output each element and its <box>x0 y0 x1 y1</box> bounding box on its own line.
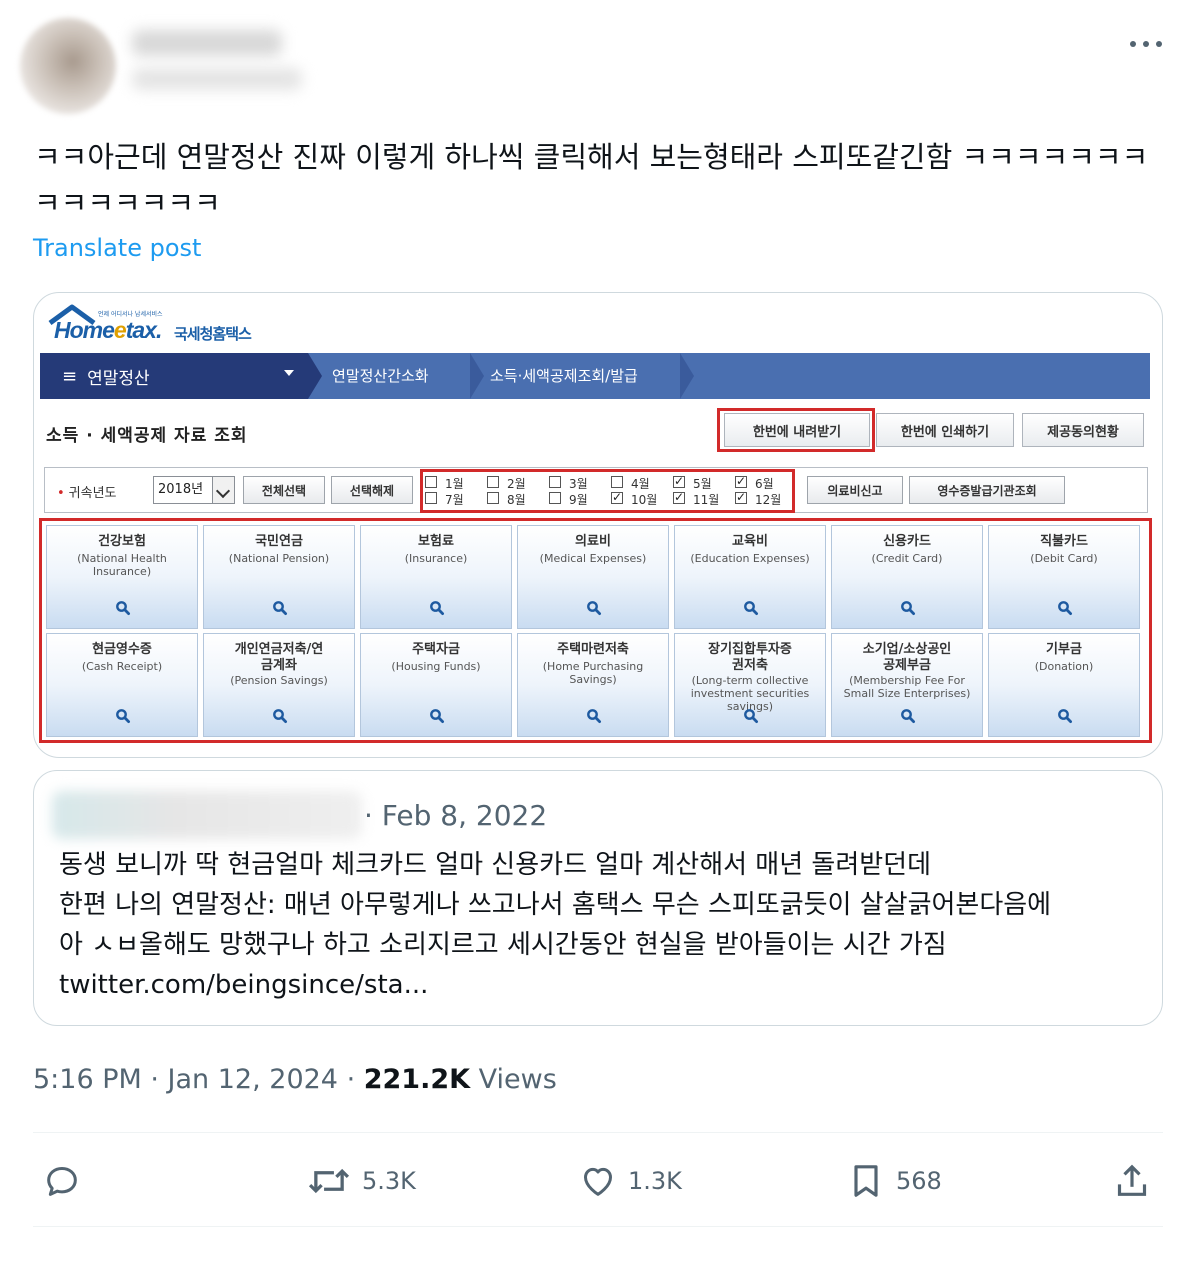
quoted-line: 동생 보니까 딱 현금얼마 체크카드 얼마 신용카드 얼마 계산해서 매년 돌려… <box>59 850 932 880</box>
views-count[interactable]: 221.2K <box>364 1064 470 1095</box>
translate-post-link[interactable]: Translate post <box>33 234 201 262</box>
bookmark-count: 568 <box>896 1167 942 1195</box>
highlight-box <box>420 469 795 513</box>
hometax-nav-bar: ≡ 연말정산 연말정산간소화 소득·세액공제조회/발급 <box>40 353 1150 399</box>
share-button[interactable] <box>1112 1160 1152 1202</box>
quoted-author-blurred <box>52 791 362 839</box>
heart-icon <box>584 1167 612 1196</box>
nav-menu-button[interactable]: ≡ 연말정산 <box>40 353 308 399</box>
hamburger-icon: ≡ <box>62 365 78 387</box>
quoted-date: · Feb 8, 2022 <box>364 799 548 832</box>
year-label: • 귀속년도 <box>57 486 117 501</box>
deselect-button[interactable]: 선택해제 <box>331 476 413 504</box>
like-count: 1.3K <box>628 1167 682 1195</box>
nav-separator <box>308 353 322 399</box>
chevron-down-icon <box>212 477 234 503</box>
share-icon <box>1117 1164 1147 1196</box>
quoted-link[interactable]: twitter.com/beingsince/sta... <box>59 965 1149 1005</box>
page-title: 소득 · 세액공제 자료 조회 <box>46 426 248 446</box>
quoted-tweet[interactable]: · Feb 8, 2022 동생 보니까 딱 현금얼마 체크카드 얼마 신용카드… <box>33 770 1163 1026</box>
print-all-button[interactable]: 한번에 인쇄하기 <box>876 413 1014 447</box>
views-label: Views <box>478 1064 557 1095</box>
year-value: 2018년 <box>158 482 204 497</box>
divider <box>33 1132 1163 1133</box>
year-select[interactable]: 2018년 <box>153 476 235 504</box>
tweet-time[interactable]: 5:16 PM <box>33 1064 142 1095</box>
nav-separator <box>680 353 694 399</box>
highlight-box <box>717 408 875 452</box>
like-button[interactable]: 1.3K <box>578 1160 682 1202</box>
logo-subtitle: 국세청홈택스 <box>174 325 252 343</box>
logo-wordmark: Homeetax. <box>54 317 162 343</box>
medical-report-button[interactable]: 의료비신고 <box>807 476 903 504</box>
quoted-text: 동생 보니까 딱 현금얼마 체크카드 얼마 신용카드 얼마 계산해서 매년 돌려… <box>59 845 1149 1005</box>
nav-crumb-simplified[interactable]: 연말정산간소화 <box>332 353 429 399</box>
reply-icon <box>47 1167 77 1196</box>
nav-separator <box>470 353 484 399</box>
nav-crumb-deduction[interactable]: 소득·세액공제조회/발급 <box>490 353 638 399</box>
bookmark-button[interactable]: 568 <box>846 1160 942 1202</box>
quoted-line: 아 ㅅㅂ올해도 망했구나 하고 소리지르고 세시간동안 현실을 받아들이는 시간… <box>59 930 947 960</box>
retweet-button[interactable]: 5.3K <box>306 1160 416 1202</box>
caret-down-icon <box>284 370 294 376</box>
avatar[interactable] <box>20 18 116 114</box>
nav-menu-label: 연말정산 <box>87 368 150 389</box>
divider <box>33 1226 1163 1227</box>
receipt-org-button[interactable]: 영수증발급기관조회 <box>909 476 1065 504</box>
retweet-icon <box>308 1168 350 1194</box>
more-options-icon[interactable] <box>1126 30 1166 58</box>
author-name-blurred[interactable] <box>132 30 282 56</box>
highlight-box <box>39 518 1152 743</box>
author-handle-blurred[interactable] <box>132 68 302 90</box>
tweet-meta: 5:16 PM · Jan 12, 2024 · 221.2K Views <box>33 1064 557 1095</box>
tweet-date[interactable]: Jan 12, 2024 <box>168 1064 338 1095</box>
tweet-text: ㅋㅋ아근데 연말정산 진짜 이렇게 하나씩 클릭해서 보는형태라 스피또같긴함 … <box>34 140 1149 220</box>
select-all-button[interactable]: 전체선택 <box>243 476 325 504</box>
quoted-line: 한편 나의 연말정산: 매년 아무렇게나 쓰고나서 홈택스 무슨 스피또긁듯이 … <box>59 890 1052 920</box>
retweet-count: 5.3K <box>362 1167 416 1195</box>
tweet-media-image[interactable]: 언제 어디서나 납세서비스 Homeetax. 국세청홈택스 ≡ 연말정산 연말… <box>33 292 1163 758</box>
hometax-logo: 언제 어디서나 납세서비스 Homeetax. 국세청홈택스 <box>44 299 274 347</box>
consent-status-button[interactable]: 제공동의현황 <box>1022 413 1144 447</box>
reply-button[interactable] <box>42 1160 82 1202</box>
bookmark-icon <box>854 1165 878 1197</box>
